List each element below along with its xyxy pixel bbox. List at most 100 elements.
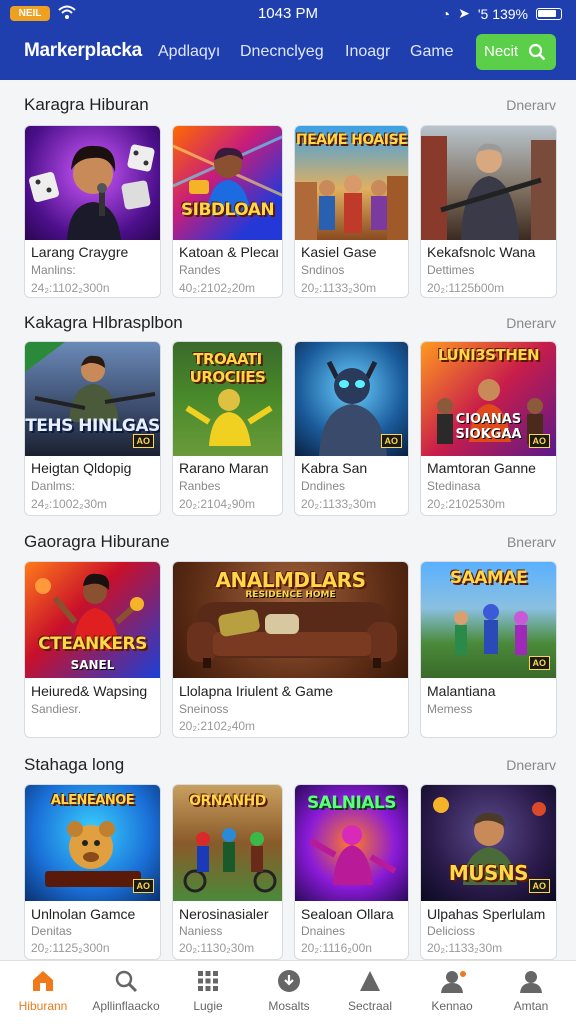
- game-logo: ORNANHD: [189, 793, 266, 809]
- game-thumbnail: CTEANKERS SANEL: [25, 562, 160, 678]
- game-meta: 20₂:1133₂30m: [301, 281, 377, 295]
- game-title: Larang Craygre: [31, 244, 129, 260]
- game-card[interactable]: SAAMAE AO Malantiana Memess: [420, 561, 557, 738]
- game-thumbnail: ORNANHD: [173, 785, 282, 901]
- game-card[interactable]: AO Kabra San Dndines 20₂:1133₂30m: [294, 341, 409, 516]
- game-logo: SALNIALS: [306, 793, 397, 813]
- game-title: Katoan & Plecan: [179, 244, 278, 260]
- bottom-nav-home[interactable]: Hiburann: [2, 961, 84, 1024]
- game-title: Sealoan Ollara: [301, 906, 394, 922]
- bottom-nav-downloads[interactable]: Mosalts: [248, 961, 330, 1024]
- nav-link-1[interactable]: Apdlaqyı: [158, 43, 220, 61]
- age-rating-badge: AO: [528, 879, 550, 893]
- game-subtitle: Dettimes: [427, 263, 475, 277]
- game-thumbnail: [421, 126, 556, 240]
- game-meta: 20₂:2104₂90m: [179, 497, 256, 511]
- person-icon: [520, 971, 542, 993]
- game-meta: 20₂:1133₂30m: [427, 941, 503, 955]
- bottom-nav-account[interactable]: Amtan: [490, 961, 572, 1024]
- game-logo: ANALMDLARS: [215, 568, 366, 592]
- game-meta: 24₂:1102₂300n: [31, 281, 110, 295]
- bottom-nav-label: Apllinflaacko: [92, 999, 160, 1013]
- age-rating-badge: AO: [528, 434, 550, 448]
- bottom-nav-label: Mosalts: [268, 999, 310, 1013]
- section-header: Gaoragra Hiburane Bnerarv: [24, 532, 556, 556]
- game-thumbnail: ANALMDLARS RESIDENCE HOME: [173, 562, 408, 678]
- game-logo: SIBDLOAN: [180, 200, 275, 220]
- game-subtitle: Sandiesr.: [31, 702, 82, 716]
- game-logo: ПEAИE HOAISE: [295, 132, 408, 148]
- game-card[interactable]: ALENEANOE AO Unlnolan Gamce Denitas 20₂:…: [24, 784, 161, 960]
- triangle-icon: [360, 971, 380, 991]
- bottom-nav-label: Amtan: [513, 999, 549, 1013]
- age-rating-badge: AO: [380, 434, 402, 448]
- game-logo-sub: SANEL: [70, 658, 115, 672]
- nav-link-game[interactable]: Game: [410, 43, 454, 61]
- battery-icon: [536, 7, 562, 20]
- see-all-link[interactable]: Bnerarv: [507, 534, 556, 550]
- game-thumbnail: LUNI3STHEN CIOANAS SIOKGAA AO: [421, 342, 556, 456]
- game-subtitle: Sneinoss: [179, 702, 229, 716]
- game-card[interactable]: Larang Craygre Manlins: 24₂:1102₂300n: [24, 125, 161, 298]
- see-all-link[interactable]: Dnerarv: [506, 757, 556, 773]
- game-title: Unlnolan Gamce: [31, 906, 136, 922]
- game-subtitle: Ranbes: [179, 479, 221, 493]
- game-card[interactable]: TROAATI UROCIIES Rarano Maran Ranbes 20₂…: [172, 341, 283, 516]
- bottom-nav-search[interactable]: Apllinflaacko: [85, 961, 167, 1024]
- brand-title[interactable]: Markerplacka: [24, 40, 142, 62]
- section-title: Gaoragra Hiburane: [24, 532, 170, 551]
- section-title: Kakagra Hlbrasplbon: [24, 313, 183, 332]
- home-icon: [33, 971, 53, 991]
- game-card[interactable]: LUNI3STHEN CIOANAS SIOKGAA AO Mamtoran G…: [420, 341, 557, 516]
- game-card[interactable]: MUSNS AO Ulpahas Sperlulam Delicioss 20₂…: [420, 784, 557, 960]
- game-thumbnail: SAAMAE AO: [421, 562, 556, 678]
- game-meta: 20₂:1125ɓ00m: [427, 281, 505, 295]
- game-logo: ALENEANOE: [50, 793, 135, 808]
- game-card[interactable]: CTEANKERS SANEL Heiured& Wapsing Sandies…: [24, 561, 161, 738]
- age-rating-badge: AO: [132, 434, 154, 448]
- game-title: Ulpahas Sperlulam: [427, 906, 546, 922]
- game-title: Malantiana: [427, 683, 496, 699]
- game-meta: 24₂:1002₂30m: [31, 497, 108, 511]
- game-card[interactable]: TEHS HINLGAS AO Heigtan Qldopig Danlms: …: [24, 341, 161, 516]
- game-card[interactable]: ORNANHD Nerosinasialer Naniess 20₂:1130₂…: [172, 784, 283, 960]
- game-meta: 20₂:1116₂00n: [301, 941, 372, 955]
- game-logo: TEHS HINLGAS: [25, 416, 160, 436]
- game-thumbnail: [25, 126, 160, 240]
- game-logo: CTEANKERS: [38, 634, 147, 654]
- game-card[interactable]: SALNIALS Sealoan Ollara Dnaines 20₂:1116…: [294, 784, 409, 960]
- game-card[interactable]: Kekafsnolc Wana Dettimes 20₂:1125ɓ00m: [420, 125, 557, 298]
- download-icon: [278, 970, 300, 992]
- game-card[interactable]: ПEAИE HOAISE Kasiel Gase Sndinos 20₂:113…: [294, 125, 409, 298]
- location-icon: ➤: [458, 5, 470, 21]
- bottom-nav-profile-alerts[interactable]: Kennao: [411, 961, 493, 1024]
- game-subtitle: Danlms:: [31, 479, 76, 493]
- game-subtitle: Naniess: [179, 924, 223, 938]
- nav-link-3[interactable]: Inoagr: [345, 43, 390, 61]
- game-meta: 20₂:1130₂30m: [179, 941, 255, 955]
- game-subtitle: Dnaines: [301, 924, 346, 938]
- game-card[interactable]: SIBDLOAN Katoan & Plecan Randes 40₂:2102…: [172, 125, 283, 298]
- game-subtitle: Dndines: [301, 479, 346, 493]
- game-meta: 20₂:1125₂300n: [31, 941, 110, 955]
- bottom-nav-central[interactable]: Sectraal: [329, 961, 411, 1024]
- character-illustration: [421, 136, 556, 240]
- game-thumbnail: ПEAИE HOAISE: [295, 126, 408, 240]
- game-thumbnail: SALNIALS: [295, 785, 408, 901]
- bottom-nav-label: Sectraal: [347, 999, 393, 1013]
- bottom-nav-grid[interactable]: Lugie: [167, 961, 249, 1024]
- game-thumbnail: TEHS HINLGAS AO: [25, 342, 160, 456]
- game-meta: 20₂:1133₂30m: [301, 497, 377, 511]
- nav-link-2[interactable]: Dnecnclyeg: [240, 43, 324, 61]
- game-subtitle: Delicioss: [427, 924, 476, 938]
- section-header: Karagra Hiburan Dnerarv: [24, 95, 556, 119]
- game-logo: SAAMAE: [449, 568, 528, 588]
- section-header: Stahaga long Dnerarv: [24, 755, 556, 779]
- see-all-link[interactable]: Dnerarv: [506, 97, 556, 113]
- see-all-link[interactable]: Dnerarv: [506, 315, 556, 331]
- bottom-nav-label: Lugie: [193, 999, 223, 1013]
- game-card[interactable]: ANALMDLARS RESIDENCE HOME Llolapna Iriul…: [172, 561, 409, 738]
- game-title: Heigtan Qldopig: [31, 460, 132, 476]
- alarm-icon: ◔: [441, 5, 451, 22]
- next-button[interactable]: Necit: [476, 34, 556, 70]
